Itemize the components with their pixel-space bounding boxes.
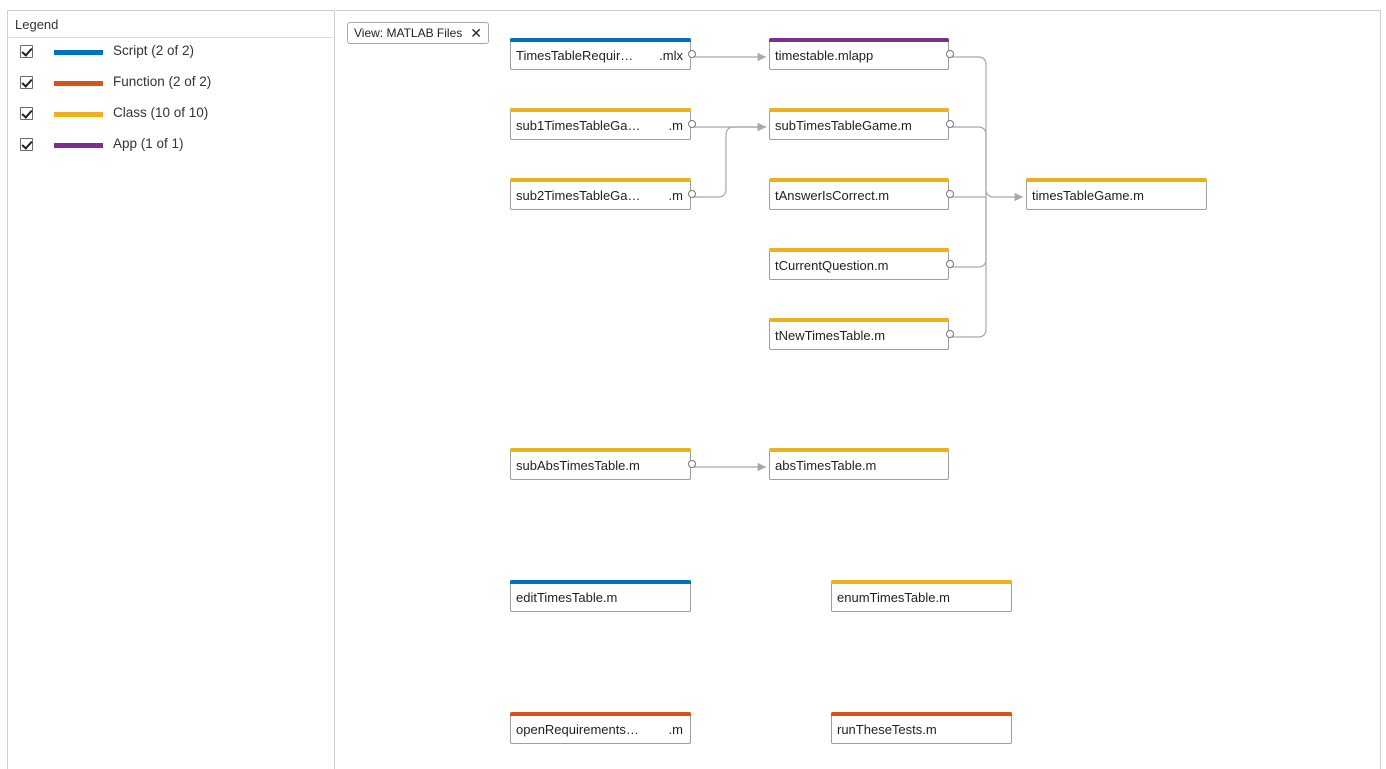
- node-type-bar: [510, 712, 691, 716]
- node-label: sub2TimesTableGa…: [516, 188, 641, 203]
- node-label: openRequirements…: [516, 722, 639, 737]
- node-type-bar: [831, 580, 1012, 584]
- file-node-openrequirements[interactable]: openRequirements… .m: [510, 712, 691, 744]
- node-type-bar: [769, 38, 949, 42]
- node-type-bar: [510, 38, 691, 42]
- file-node-sub2timestablegame[interactable]: sub2TimesTableGa… .m: [510, 178, 696, 210]
- node-type-bar: [510, 178, 691, 182]
- node-extension: .m: [668, 722, 683, 737]
- node-label: tNewTimesTable.m: [775, 328, 886, 343]
- file-node-enumtimestable[interactable]: enumTimesTable.m: [831, 580, 1012, 612]
- output-port[interactable]: [688, 190, 696, 198]
- close-icon[interactable]: ✕: [470, 26, 482, 40]
- file-node-subtimestablegame[interactable]: subTimesTableGame.m: [769, 108, 954, 140]
- node-label: editTimesTable.m: [516, 590, 618, 605]
- edge-n5-n9: [952, 126, 987, 197]
- node-label: tAnswerIsCorrect.m: [775, 188, 890, 203]
- node-label: subAbsTimesTable.m: [516, 458, 640, 473]
- node-label: tCurrentQuestion.m: [775, 258, 889, 273]
- view-filter-chip[interactable]: View: MATLAB Files ✕: [347, 22, 489, 44]
- node-type-bar: [510, 580, 691, 584]
- output-port[interactable]: [946, 50, 954, 58]
- node-label: enumTimesTable.m: [837, 590, 950, 605]
- node-type-bar: [831, 712, 1012, 716]
- output-port[interactable]: [946, 120, 954, 128]
- node-label: timestable.mlapp: [775, 48, 874, 63]
- output-port[interactable]: [946, 190, 954, 198]
- edge-n3-n5: [694, 122, 766, 198]
- output-port[interactable]: [946, 260, 954, 268]
- node-type-bar: [769, 178, 949, 182]
- node-label: timesTableGame.m: [1032, 188, 1144, 203]
- node-type-bar: [769, 108, 949, 112]
- output-port[interactable]: [688, 460, 696, 468]
- node-label: absTimesTable.m: [775, 458, 877, 473]
- file-node-timestablegame[interactable]: timesTableGame.m: [1026, 178, 1207, 210]
- file-node-tcurrentquestion[interactable]: tCurrentQuestion.m: [769, 248, 954, 280]
- file-node-abstimestable[interactable]: absTimesTable.m: [769, 448, 949, 480]
- node-extension: .m: [668, 188, 683, 203]
- edge-n7-n9: [952, 197, 987, 268]
- node-extension: .m: [668, 118, 683, 133]
- file-node-timestable-mlapp[interactable]: timestable.mlapp: [769, 38, 954, 70]
- file-node-tnewtimestable[interactable]: tNewTimesTable.m: [769, 318, 954, 350]
- file-node-subabstimestable[interactable]: subAbsTimesTable.m: [510, 448, 696, 480]
- node-label: sub1TimesTableGa…: [516, 118, 641, 133]
- file-node-runthesetests[interactable]: runTheseTests.m: [831, 712, 1012, 744]
- view-filter-label: View: MATLAB Files: [354, 26, 463, 40]
- output-port[interactable]: [946, 330, 954, 338]
- node-label: TimesTableRequir…: [516, 48, 634, 63]
- dependency-edges: [694, 52, 1023, 472]
- node-type-bar: [510, 448, 691, 452]
- node-type-bar: [769, 448, 949, 452]
- file-node-tansweriscorrect[interactable]: tAnswerIsCorrect.m: [769, 178, 954, 210]
- node-label: runTheseTests.m: [837, 722, 937, 737]
- node-label: subTimesTableGame.m: [775, 118, 912, 133]
- node-type-bar: [510, 108, 691, 112]
- node-type-bar: [769, 248, 949, 252]
- dependency-analyzer: Legend Script (2 of 2) Function (2 of 2)…: [0, 0, 1386, 769]
- node-type-bar: [1026, 178, 1207, 182]
- node-extension: .mlx: [659, 48, 683, 63]
- node-type-bar: [769, 318, 949, 322]
- output-port[interactable]: [688, 120, 696, 128]
- file-node-edittimestable[interactable]: editTimesTable.m: [510, 580, 691, 612]
- file-node-timestablerequirements[interactable]: TimesTableRequir… .mlx: [510, 38, 696, 70]
- output-port[interactable]: [688, 50, 696, 58]
- file-node-sub1timestablegame[interactable]: sub1TimesTableGa… .m: [510, 108, 696, 140]
